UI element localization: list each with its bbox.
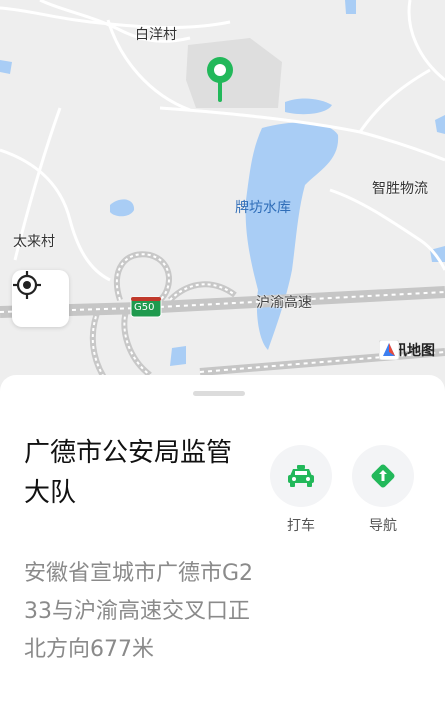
navigate-button[interactable]: 导航 <box>352 445 414 535</box>
map-label-village: 白洋村 <box>135 27 177 43</box>
pond <box>170 346 186 366</box>
map-label-highway-shield: G50 <box>134 302 155 313</box>
tencent-map-logo-icon <box>379 340 399 360</box>
map-label-logistics: 智胜物流 <box>372 181 428 197</box>
map-label-village: 太来村 <box>13 234 55 250</box>
map-label-expressway: 沪渝高速 <box>256 295 312 311</box>
taxi-icon-circle <box>270 445 332 507</box>
locate-me-button[interactable] <box>12 270 69 327</box>
navigate-label: 导航 <box>369 518 397 534</box>
pond <box>345 0 356 14</box>
map-provider-brand: 腾讯地图 <box>379 340 435 360</box>
sheet-drag-handle[interactable] <box>193 391 245 396</box>
map-place-screen: 白洋村 牌坊水库 智胜物流 太来村 沪渝高速 G50 腾讯地图 广德市公安局监管… <box>0 0 445 701</box>
place-name: 广德市公安局监管大队 <box>24 438 233 508</box>
map-label-reservoir: 牌坊水库 <box>235 200 291 216</box>
pond <box>0 60 12 74</box>
place-detail-sheet: 广德市公安局监管大队 打车 导航 安徽省宣城市广德市G233与沪渝高速交叉口正北… <box>0 375 445 701</box>
map-view[interactable]: 白洋村 牌坊水库 智胜物流 太来村 沪渝高速 G50 腾讯地图 <box>0 0 445 392</box>
navigation-icon <box>371 464 395 488</box>
place-address: 安徽省宣城市广德市G233与沪渝高速交叉口正北方向677米 <box>24 561 254 662</box>
taxi-button[interactable]: 打车 <box>270 445 332 535</box>
taxi-label: 打车 <box>287 518 315 534</box>
crosshair-icon <box>13 271 41 299</box>
navigation-icon-circle <box>352 445 414 507</box>
taxi-icon <box>288 465 314 487</box>
